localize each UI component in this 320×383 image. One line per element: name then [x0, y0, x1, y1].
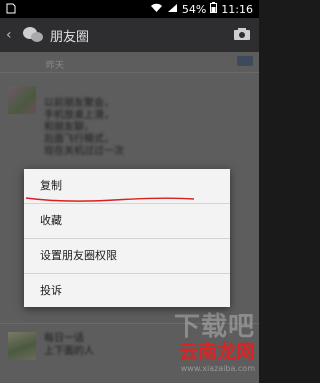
title-bar: ‹ 朋友圈 [0, 18, 259, 52]
post-line: 上下面的人 [44, 346, 94, 357]
watermark-brand: 云南龙网 [178, 341, 255, 363]
back-chevron-icon[interactable]: ‹ [6, 27, 20, 43]
wechat-logo-icon[interactable] [22, 26, 44, 44]
menu-item-favorite[interactable]: 收藏 [24, 204, 230, 239]
battery-icon [210, 2, 218, 16]
watermark: 下载吧 云南龙网 www.xiazaiba.com [174, 306, 255, 373]
post-text: 以前朋友聚会， 手机放桌上滑， 和朋友聊， 后面飞行模式， 现在关机过过一次 [44, 98, 224, 158]
menu-item-copy[interactable]: 复制 [24, 169, 230, 204]
post-line: 以前朋友聚会， [44, 98, 114, 109]
sd-card-icon [6, 3, 16, 17]
menu-item-report[interactable]: 投诉 [24, 274, 230, 308]
post-line: 每日一话 [44, 333, 84, 344]
context-menu: 复制 收藏 设置朋友圈权限 投诉 [24, 169, 230, 307]
post-line: 后面飞行模式， [44, 134, 114, 145]
camera-icon[interactable] [233, 26, 251, 40]
status-bar: 54% 11:16 [0, 0, 259, 18]
post-time: 昨天 [46, 61, 65, 71]
clock: 11:16 [221, 2, 253, 16]
red-underline-mark [25, 197, 195, 202]
post-text: 每日一话 上下面的人 [44, 332, 94, 358]
divider [0, 72, 259, 73]
menu-item-label: 设置朋友圈权限 [40, 249, 117, 262]
menu-item-permissions[interactable]: 设置朋友圈权限 [24, 239, 230, 274]
watermark-url: www.xiazaiba.com [180, 364, 255, 373]
post-line: 手机放桌上滑， [44, 110, 114, 121]
post-line: 现在关机过过一次 [44, 146, 124, 157]
menu-item-label: 复制 [40, 179, 62, 192]
signal-icon [167, 3, 178, 16]
page-title: 朋友圈 [50, 29, 90, 45]
avatar[interactable] [8, 86, 36, 114]
menu-item-label: 投诉 [40, 284, 62, 297]
comment-bubble-icon[interactable] [237, 56, 253, 66]
battery-percent: 54% [181, 2, 207, 16]
post-line: 和朋友聊， [44, 122, 94, 133]
menu-item-label: 收藏 [40, 214, 62, 227]
wifi-icon [150, 3, 163, 16]
avatar[interactable] [8, 332, 36, 360]
